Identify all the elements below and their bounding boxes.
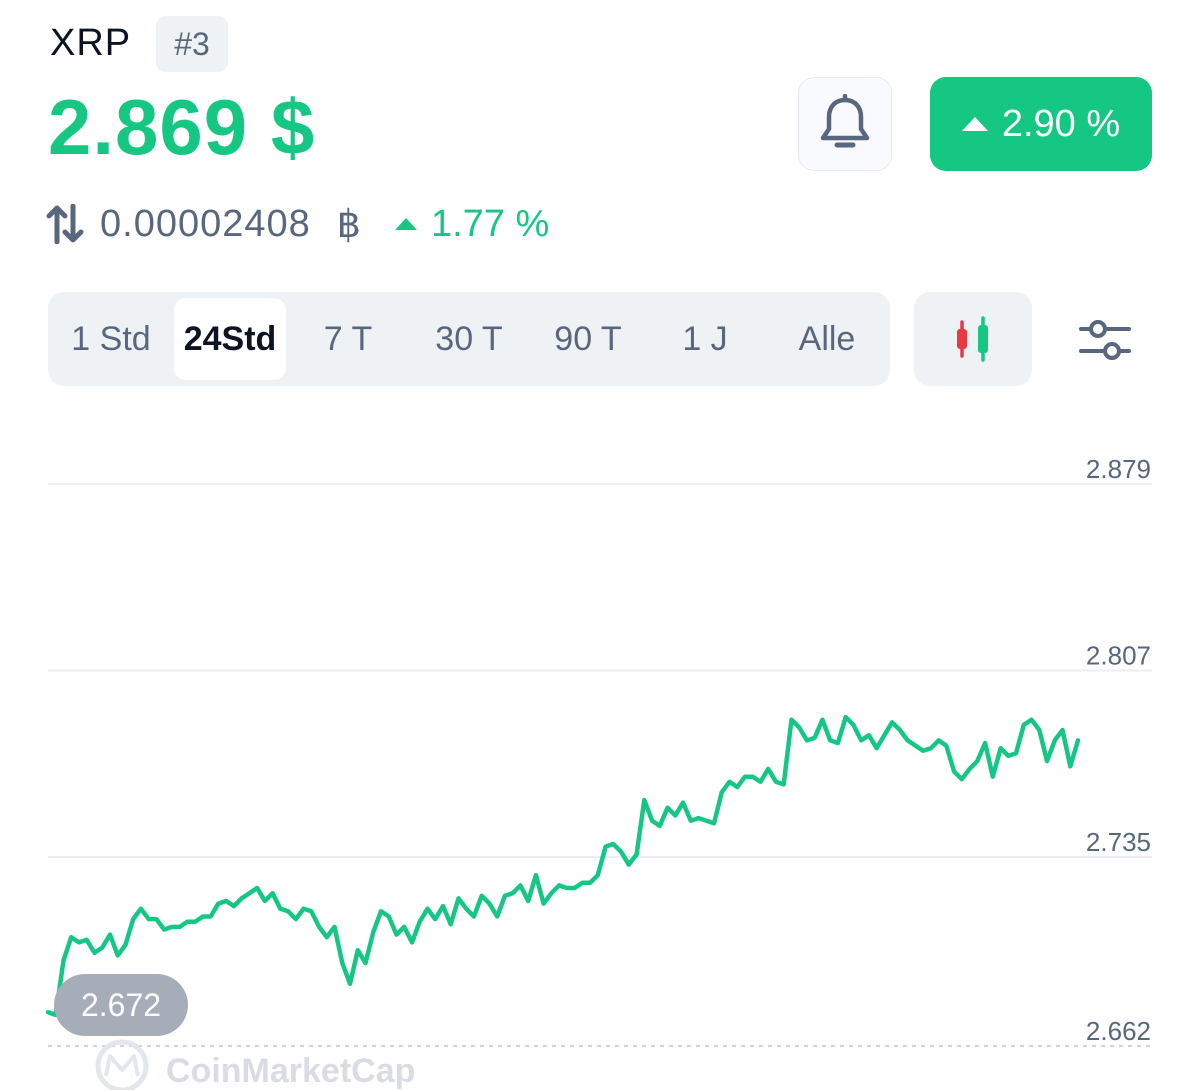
price-line-series [45, 714, 1081, 1018]
price-value: 2.869 $ [48, 83, 316, 171]
coin-name: XRP [50, 22, 132, 64]
y-tick-label: 2.807 [1086, 640, 1151, 670]
btc-change-value: 1.77 % [430, 202, 550, 245]
change-24h-badge[interactable]: 2.90 % [930, 77, 1152, 171]
y-tick-label: 2.735 [1086, 827, 1151, 857]
range-tab-90t[interactable]: 90 T [534, 298, 642, 380]
candlestick-toggle-button[interactable] [914, 292, 1032, 386]
change-24h-value: 2.90 % [1001, 102, 1121, 145]
chart-settings-button[interactable] [1062, 300, 1148, 380]
chart-grid [48, 483, 1152, 1047]
range-tab-alle[interactable]: Alle [772, 298, 882, 380]
coinmarketcap-watermark: CoinMarketCap [95, 1039, 415, 1090]
swap-arrows-icon [46, 204, 84, 244]
triangle-up-icon [961, 117, 988, 131]
rank-badge: #3 [156, 16, 228, 72]
y-axis-ticks: 2.879 2.807 2.735 2.662 [1086, 454, 1151, 1046]
btc-price-value: 0.00002408 [100, 202, 311, 245]
low-price-badge: 2.672 [54, 974, 188, 1036]
range-tab-30t[interactable]: 30 T [414, 298, 524, 380]
range-tab-1std[interactable]: 1 Std [56, 298, 166, 380]
range-tab-24std[interactable]: 24Std [174, 298, 286, 380]
y-tick-label: 2.662 [1086, 1016, 1151, 1046]
range-tab-7t[interactable]: 7 T [296, 298, 400, 380]
range-tab-1j[interactable]: 1 J [658, 298, 752, 380]
time-range-selector: 1 Std 24Std 7 T 30 T 90 T 1 J Alle [48, 292, 890, 386]
price-alert-button[interactable] [798, 77, 892, 171]
btc-price-row[interactable]: 0.00002408 ฿ 1.77 % [46, 196, 549, 252]
btc-change-badge: 1.77 % [394, 202, 550, 246]
y-tick-label: 2.879 [1086, 454, 1151, 484]
bell-icon [820, 94, 870, 148]
sliders-icon [1079, 320, 1131, 360]
watermark-text: CoinMarketCap [166, 1052, 415, 1090]
btc-symbol: ฿ [336, 203, 361, 246]
triangle-up-icon [394, 218, 417, 230]
candlestick-icon [957, 316, 988, 362]
